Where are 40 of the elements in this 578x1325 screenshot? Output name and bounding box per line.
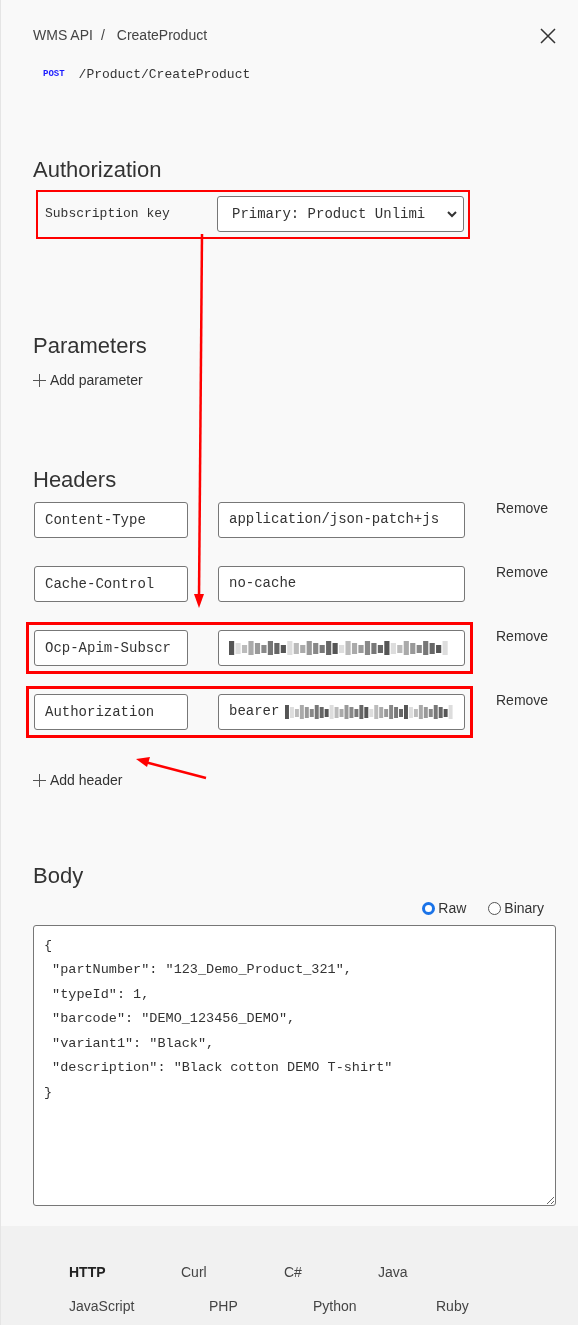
header-value-field[interactable]: bearer — [218, 693, 465, 730]
language-tab[interactable]: Python — [313, 1296, 436, 1317]
section-heading: Body — [33, 861, 85, 890]
format-radio[interactable]: Raw — [422, 897, 467, 919]
header-name-field[interactable]: Cache-Control — [34, 565, 188, 602]
format-radio[interactable]: Binary — [488, 897, 544, 919]
breadcrumb-separator: / — [100, 26, 105, 45]
language-tab[interactable]: HTTP — [69, 1262, 181, 1283]
breadcrumb-link[interactable]: WMS API — [33, 25, 93, 46]
language-tab[interactable]: C# — [284, 1262, 378, 1283]
language-tab[interactable]: Java — [378, 1262, 468, 1283]
language-tab[interactable]: Curl — [181, 1262, 284, 1283]
http-method: POST — [43, 68, 65, 81]
section-heading: Parameters — [33, 331, 148, 360]
add-parameter-button[interactable]: Add parameter — [33, 369, 143, 391]
breadcrumb-current: CreateProduct — [116, 26, 208, 45]
section-heading: Headers — [33, 465, 118, 494]
header-value-field[interactable]: application/json-patch+js — [218, 501, 465, 538]
language-tab[interactable]: PHP — [209, 1296, 313, 1317]
remove-link[interactable]: Remove — [496, 625, 549, 647]
subscription-key-select[interactable]: Primary: Product Unlimi — [217, 196, 464, 232]
section-heading: Authorization — [33, 155, 163, 184]
field-label: Subscription key — [45, 205, 170, 224]
plus-icon — [33, 773, 46, 787]
remove-link[interactable]: Remove — [496, 689, 549, 711]
request-body-editor[interactable]: { "partNumber": "123_Demo_Product_321", "typeId": 1, "barcode": "DEMO_123456_DEMO", "variant1": "Black", "description": "Black cotton DEMO T-shirt" } — [33, 924, 556, 1206]
chevron-down-icon — [447, 210, 457, 218]
header-name-field[interactable]: Authorization — [34, 693, 188, 730]
header-value-field[interactable] — [218, 629, 465, 666]
add-header-button[interactable]: Add header — [33, 769, 123, 791]
close-icon[interactable] — [540, 27, 556, 44]
remove-link[interactable]: Remove — [496, 561, 549, 583]
language-tab[interactable]: JavaScript — [69, 1296, 209, 1317]
header-name-field[interactable]: Ocp-Apim-Subscr — [34, 629, 188, 666]
language-tab[interactable]: Ruby — [436, 1296, 526, 1317]
header-value-field[interactable]: no-cache — [218, 565, 465, 602]
plus-icon — [33, 373, 46, 387]
header-name-field[interactable]: Content-Type — [34, 501, 188, 538]
request-path: /Product/CreateProduct — [78, 66, 251, 84]
remove-link[interactable]: Remove — [496, 497, 549, 519]
